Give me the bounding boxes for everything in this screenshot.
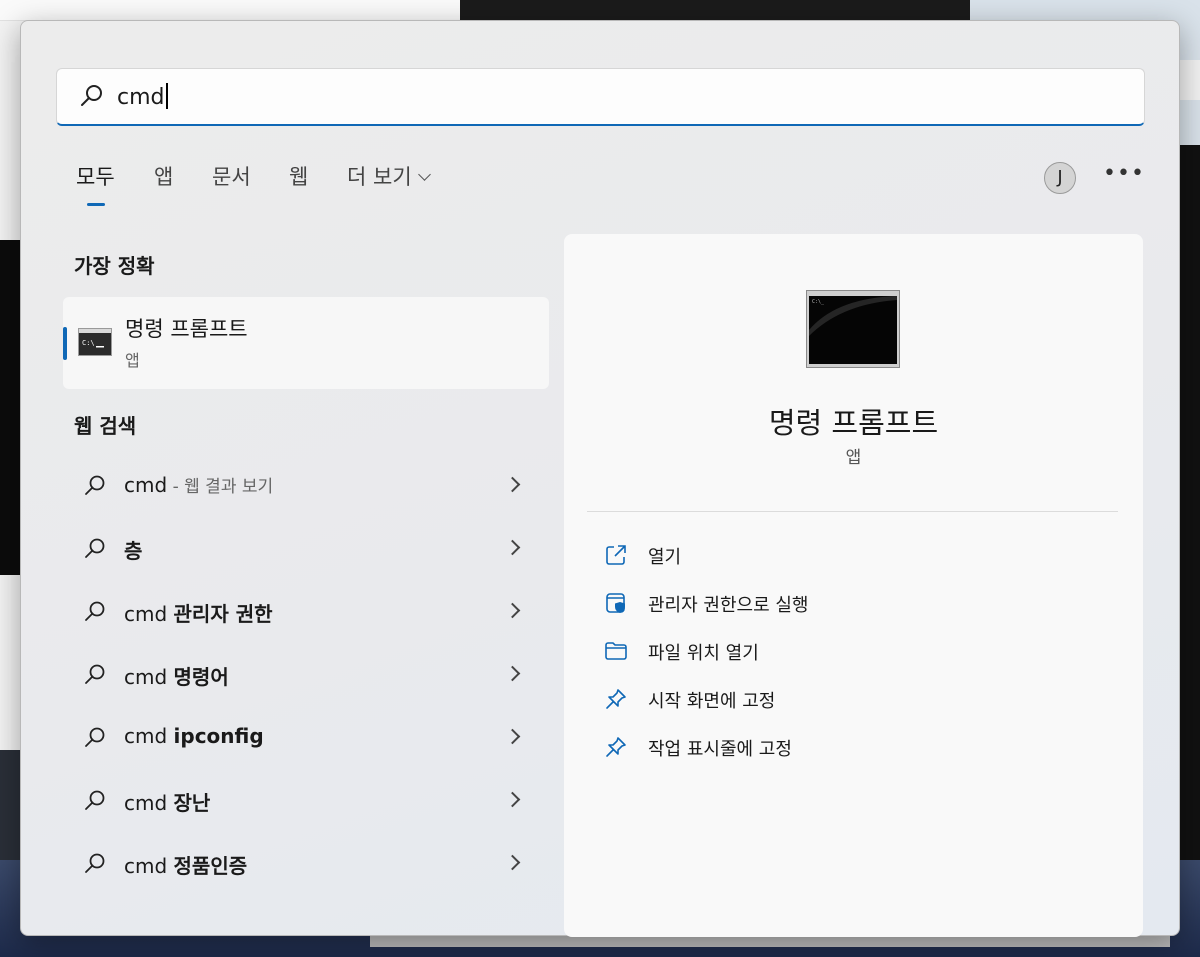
- web-search-row[interactable]: cmd 장난: [81, 775, 551, 825]
- search-icon: [81, 85, 102, 106]
- tab-all[interactable]: 모두: [76, 161, 115, 191]
- web-search-row-text: cmd 장난: [124, 787, 210, 816]
- query-prefix: cmd: [124, 602, 174, 626]
- query-suggestion: 관리자 권한: [173, 602, 273, 626]
- command-prompt-large-icon: C:\_: [806, 290, 900, 368]
- search-icon: [85, 790, 105, 810]
- action-open-label: 열기: [648, 547, 682, 568]
- action-pin-to-start-label: 시작 화면에 고정: [648, 691, 776, 712]
- background-dark-window: [460, 0, 970, 20]
- chevron-right-icon: [504, 539, 521, 556]
- search-input[interactable]: cmd: [117, 83, 168, 112]
- command-prompt-icon: C:\: [78, 328, 112, 356]
- search-query: cmd: [117, 85, 165, 110]
- search-icon: [85, 601, 105, 621]
- web-search-row[interactable]: 층: [81, 523, 551, 573]
- best-match-type: 앱: [125, 351, 140, 370]
- chevron-right-icon: [504, 854, 521, 871]
- query-prefix: cmd: [124, 473, 168, 497]
- tab-more[interactable]: 더 보기: [347, 161, 431, 191]
- action-pin-to-taskbar-label: 작업 표시줄에 고정: [648, 739, 792, 760]
- web-search-row-text: cmd 명령어: [124, 661, 229, 690]
- chevron-right-icon: [504, 665, 521, 682]
- text-caret: [165, 83, 168, 109]
- detail-app-type: 앱: [845, 448, 862, 468]
- web-search-row-text: cmd - 웹 결과 보기: [124, 472, 273, 497]
- web-search-row-text: cmd ipconfig: [124, 724, 264, 748]
- background-window-titlebar: [0, 0, 460, 21]
- bg-dark: [1180, 145, 1200, 865]
- query-prefix: cmd: [124, 665, 174, 689]
- best-match-name: 명령 프롬프트: [125, 317, 248, 341]
- action-open[interactable]: 열기: [604, 538, 1104, 572]
- admin-shield-icon: [606, 593, 625, 613]
- search-icon: [85, 664, 105, 684]
- tab-more-label: 더 보기: [347, 165, 412, 189]
- user-avatar[interactable]: J: [1044, 162, 1076, 194]
- web-search-heading: 웹 검색: [74, 414, 137, 438]
- detail-app-name: 명령 프롬프트: [768, 406, 939, 440]
- best-match-item[interactable]: C:\ 명령 프롬프트 앱: [63, 297, 549, 389]
- detail-panel: C:\_ 명령 프롬프트 앱 열기 관리자 권한으로 실행 파일 위치 열기 시…: [564, 234, 1143, 937]
- query-suggestion: 장난: [173, 791, 211, 815]
- svg-text:C:\: C:\: [82, 339, 95, 347]
- pin-icon: [606, 737, 626, 757]
- chevron-right-icon: [504, 791, 521, 808]
- query-prefix: cmd: [124, 791, 174, 815]
- query-prefix: cmd: [124, 724, 174, 748]
- tab-web[interactable]: 웹: [289, 161, 308, 191]
- web-search-row[interactable]: cmd 관리자 권한: [81, 586, 551, 636]
- search-icon: [85, 475, 105, 495]
- best-match-heading: 가장 정확: [74, 254, 155, 278]
- search-icon: [85, 853, 105, 873]
- background-console: [0, 240, 20, 575]
- action-open-file-location[interactable]: 파일 위치 열기: [604, 634, 1104, 668]
- open-external-icon: [606, 545, 626, 565]
- search-icon: [85, 538, 105, 558]
- search-menu: cmd 모두 앱 문서 웹 더 보기 J ••• 가장 정확 C:\ 명령 프롬…: [20, 20, 1180, 937]
- detail-divider: [587, 511, 1118, 512]
- pin-icon: [606, 689, 626, 709]
- search-box[interactable]: cmd: [56, 68, 1145, 126]
- web-search-row[interactable]: cmd 정품인증: [81, 838, 551, 888]
- web-search-row-text: 층: [124, 535, 142, 564]
- query-suggestion: 명령어: [173, 665, 229, 689]
- bg-strip: [1180, 60, 1200, 100]
- active-tab-indicator: [87, 203, 105, 206]
- query-suggestion: ipconfig: [173, 724, 264, 748]
- web-search-row[interactable]: cmd ipconfig: [81, 712, 551, 762]
- query-suggestion: 정품인증: [173, 854, 248, 878]
- chevron-right-icon: [504, 476, 521, 493]
- web-search-row[interactable]: cmd 명령어: [81, 649, 551, 699]
- folder-icon: [605, 642, 627, 660]
- search-icon: [85, 727, 105, 747]
- action-run-as-admin-label: 관리자 권한으로 실행: [648, 595, 809, 616]
- svg-text:C:\_: C:\_: [812, 299, 825, 305]
- web-search-row[interactable]: cmd - 웹 결과 보기: [81, 460, 551, 510]
- chevron-right-icon: [504, 602, 521, 619]
- action-open-file-location-label: 파일 위치 열기: [648, 643, 759, 664]
- query-subtext: - 웹 결과 보기: [167, 477, 274, 497]
- more-options-button[interactable]: •••: [1103, 163, 1144, 193]
- web-search-row-text: cmd 관리자 권한: [124, 598, 273, 627]
- action-pin-to-taskbar[interactable]: 작업 표시줄에 고정: [604, 730, 1104, 764]
- chevron-right-icon: [504, 728, 521, 745]
- query-suggestion: 층: [124, 539, 143, 563]
- action-run-as-admin[interactable]: 관리자 권한으로 실행: [604, 586, 1104, 620]
- chevron-down-icon: [417, 168, 431, 181]
- tab-apps[interactable]: 앱: [154, 161, 173, 191]
- query-prefix: cmd: [124, 854, 174, 878]
- tab-documents[interactable]: 문서: [212, 161, 251, 191]
- action-pin-to-start[interactable]: 시작 화면에 고정: [604, 682, 1104, 716]
- web-search-row-text: cmd 정품인증: [124, 850, 247, 879]
- selection-accent: [63, 327, 67, 360]
